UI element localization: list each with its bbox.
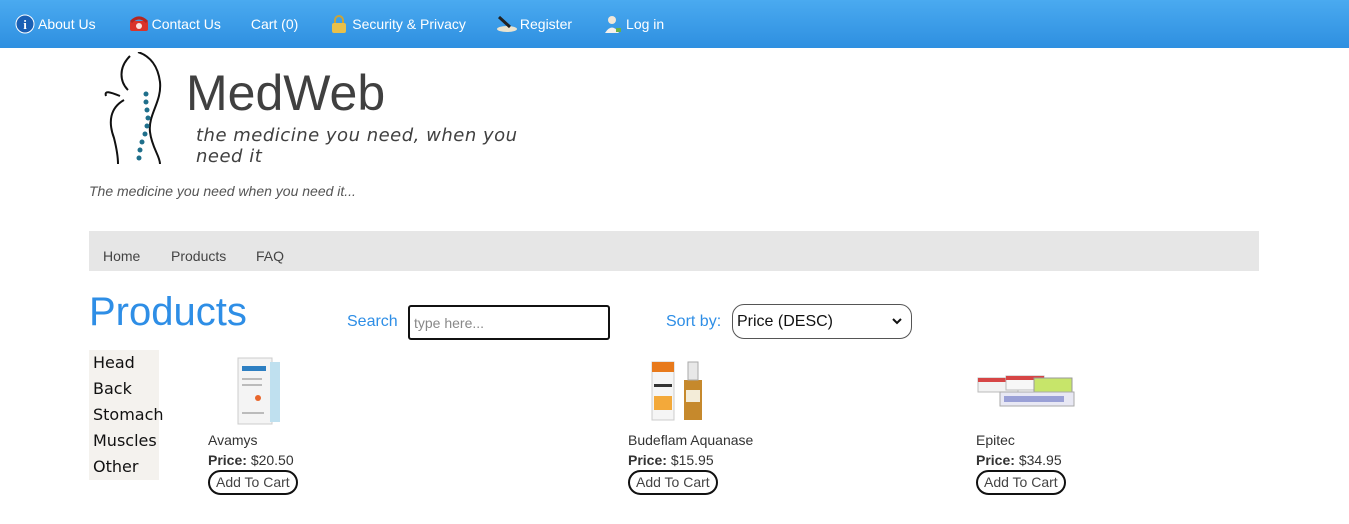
sort-selected-value: Price (DESC) — [737, 312, 834, 330]
add-to-cart-button[interactable]: Add To Cart — [208, 470, 298, 495]
product-image-epitec[interactable] — [976, 372, 1076, 412]
nav-security-privacy[interactable]: Security & Privacy — [328, 13, 466, 35]
product-price: Price: $15.95 — [628, 452, 714, 468]
product-name[interactable]: Budeflam Aquanase — [628, 432, 753, 448]
nav-about-us[interactable]: i About Us — [14, 13, 96, 35]
logo-title: MedWeb — [186, 65, 386, 121]
product-price: Price: $34.95 — [976, 452, 1062, 468]
nav-about-us-label: About Us — [38, 16, 96, 32]
nav-log-in-label: Log in — [626, 16, 665, 32]
nav-cart-label: Cart (0) — [250, 16, 299, 32]
menu-item-products[interactable]: Products — [171, 248, 226, 264]
menu-item-home[interactable]: Home — [103, 248, 140, 264]
sort-label: Sort by: — [666, 313, 722, 330]
main-menu: Home Products FAQ — [89, 231, 1259, 271]
phone-icon — [128, 13, 150, 35]
search-label: Search — [347, 313, 398, 330]
nav-cart[interactable]: Cart (0) — [251, 16, 298, 32]
top-navigation-bar: i About Us Contact Us Cart (0) Security … — [0, 0, 1349, 48]
price-value: $15.95 — [670, 452, 714, 468]
category-list: Head Back Stomach Muscles Other — [89, 350, 164, 480]
category-stomach[interactable]: Stomach — [93, 405, 164, 424]
nav-security-privacy-label: Security & Privacy — [352, 16, 466, 32]
product-image-budeflam[interactable] — [648, 356, 710, 422]
price-label: Price: — [208, 452, 247, 468]
price-label: Price: — [628, 452, 667, 468]
lock-icon — [328, 13, 350, 35]
nav-contact-us-label: Contact Us — [151, 16, 221, 32]
nav-contact-us[interactable]: Contact Us — [128, 13, 221, 35]
category-muscles[interactable]: Muscles — [93, 431, 157, 450]
product-name[interactable]: Avamys — [208, 432, 258, 448]
category-head[interactable]: Head — [93, 353, 135, 372]
info-icon: i — [14, 13, 36, 35]
price-label: Price: — [976, 452, 1015, 468]
svg-text:i: i — [23, 17, 27, 32]
chevron-down-icon — [891, 314, 903, 333]
nav-register-label: Register — [519, 16, 573, 32]
page-title: Products — [89, 290, 247, 334]
nav-register[interactable]: Register — [496, 13, 572, 35]
product-price: Price: $20.50 — [208, 452, 294, 468]
pen-icon — [496, 13, 518, 35]
logo-tagline: the medicine you need, when you need it — [196, 125, 518, 167]
nav-log-in[interactable]: Log in — [602, 13, 664, 35]
menu-item-faq[interactable]: FAQ — [256, 248, 284, 264]
price-value: $34.95 — [1018, 452, 1062, 468]
add-to-cart-button[interactable]: Add To Cart — [628, 470, 718, 495]
site-tagline: The medicine you need when you need it..… — [89, 183, 356, 199]
product-name[interactable]: Epitec — [976, 432, 1015, 448]
category-other[interactable]: Other — [93, 457, 138, 476]
category-back[interactable]: Back — [93, 379, 132, 398]
spine-logo-icon — [104, 52, 162, 165]
price-value: $20.50 — [250, 452, 294, 468]
product-image-avamys[interactable] — [236, 356, 282, 426]
sort-select[interactable]: Price (DESC) — [732, 304, 912, 339]
search-input[interactable] — [408, 305, 610, 340]
site-logo[interactable]: MedWeb the medicine you need, when you n… — [100, 52, 570, 167]
add-to-cart-button[interactable]: Add To Cart — [976, 470, 1066, 495]
user-icon — [602, 13, 624, 35]
